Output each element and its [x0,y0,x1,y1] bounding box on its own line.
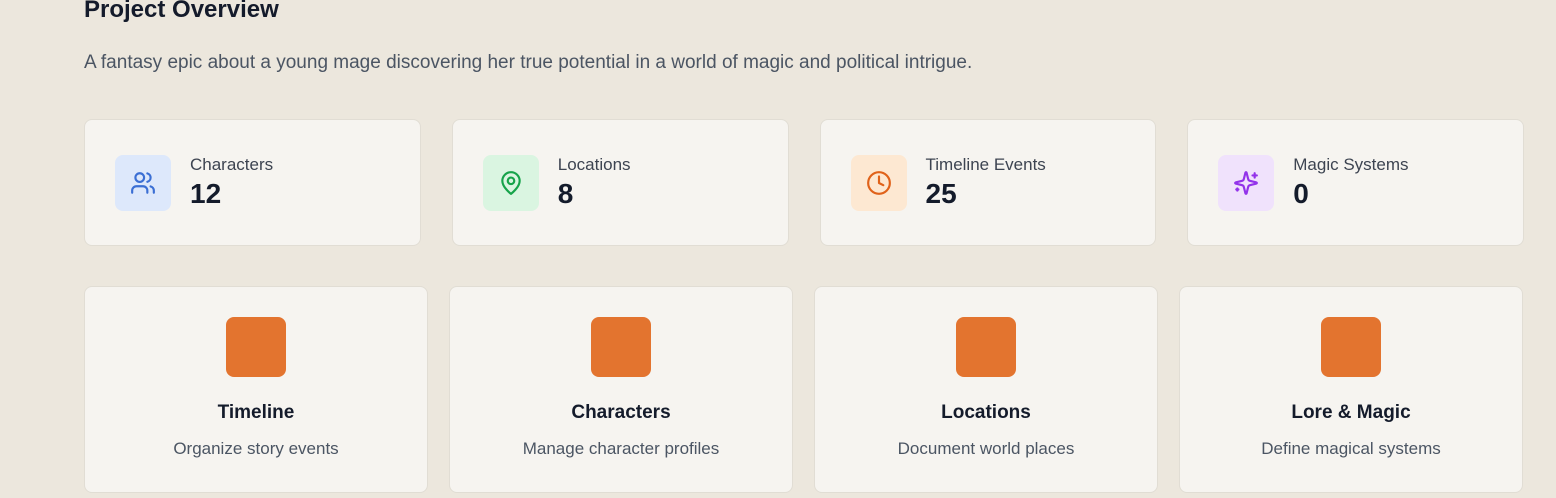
stat-icon-box [115,154,171,211]
stat-card-characters: Characters 12 [84,119,421,246]
stat-text: Timeline Events 25 [926,154,1046,211]
feature-description: Define magical systems [1261,439,1441,458]
feature-title: Characters [571,402,671,423]
project-description: A fantasy epic about a young mage discov… [84,52,973,73]
users-icon [131,171,155,194]
clock-icon [866,170,891,195]
stat-card-magic-systems: Magic Systems 0 [1187,119,1524,246]
stat-value: 25 [925,178,957,209]
feature-title: Lore & Magic [1291,402,1411,423]
stat-label: Characters [190,155,274,174]
stat-icon-box [482,154,539,211]
stat-card-locations: Locations 8 [451,119,789,246]
stat-value: 12 [190,178,222,209]
feature-description: Organize story events [173,439,339,458]
stat-text: Locations 8 [558,154,631,211]
feature-thumbnail [956,317,1016,377]
sparkles-icon [1234,170,1259,195]
stat-card-timeline-events: Timeline Events 25 [819,119,1157,246]
feature-description: Manage character profiles [522,439,720,458]
feature-title: Timeline [217,402,295,423]
feature-title: Locations [941,402,1031,423]
feature-card-locations[interactable]: Locations Document world places [814,286,1158,493]
feature-thumbnail [1321,317,1381,377]
stat-label: Locations [557,155,631,174]
map-pin-icon [501,170,521,195]
feature-description: Document world places [897,439,1075,458]
stat-text: Magic Systems 0 [1293,154,1408,211]
feature-card-lore-magic[interactable]: Lore & Magic Define magical systems [1179,286,1523,493]
stat-value: 0 [1293,178,1309,209]
stat-label: Magic Systems [1293,155,1409,174]
stat-text: Characters 12 [190,154,273,211]
feature-thumbnail [226,317,286,377]
feature-thumbnail [591,317,651,377]
stat-icon-box [850,154,907,211]
feature-cards-row: Timeline Organize story events Character… [84,286,1524,493]
feature-card-timeline[interactable]: Timeline Organize story events [84,286,428,493]
stat-value: 8 [557,178,574,209]
feature-card-characters[interactable]: Characters Manage character profiles [449,286,793,493]
stats-row: Characters 12 Locations 8 Timeline Event… [84,119,1524,246]
stat-icon-box [1218,154,1275,211]
page-title: Project Overview [84,0,279,23]
stat-label: Timeline Events [925,155,1046,174]
